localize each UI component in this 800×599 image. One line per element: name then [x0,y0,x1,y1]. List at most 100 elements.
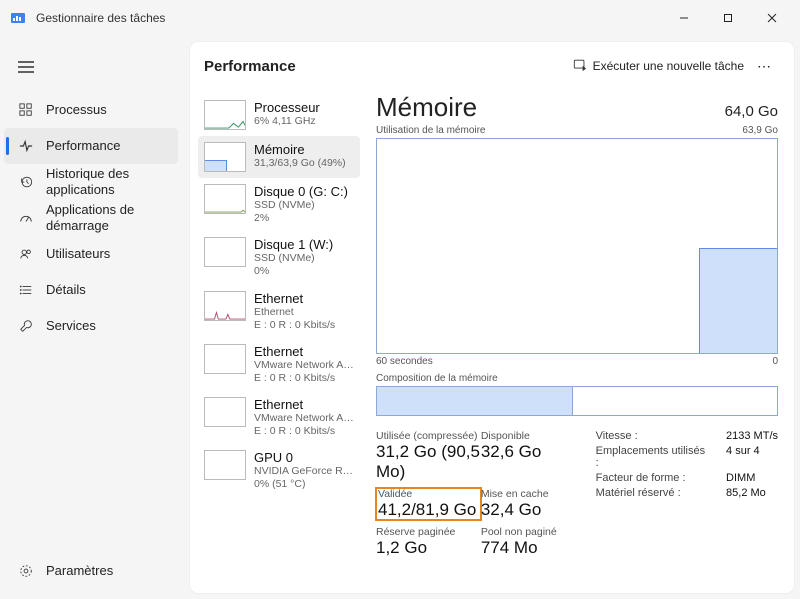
mini-sub: E : 0 R : 0 Kbits/s [254,319,335,332]
spec-value: DIMM [726,472,778,484]
mini-title: Ethernet [254,344,354,359]
history-icon [18,174,34,190]
graph-y-max: 63,9 Go [742,125,778,136]
nav-users[interactable]: Utilisateurs [4,236,178,272]
spec-value: 4 sur 4 [726,445,778,469]
mini-title: Disque 0 (G: C:) [254,184,348,199]
stat-available: Disponible 32,6 Go [481,430,586,482]
mini-sub: Ethernet [254,306,335,319]
mini-title: Mémoire [254,142,346,157]
stat-cached: Mise en cache 32,4 Go [481,488,586,520]
hamburger-button[interactable] [6,50,46,84]
gear-icon [18,563,34,579]
nav-performance[interactable]: Performance [4,128,178,164]
nav-label: Historique des applications [46,166,168,197]
detail-capacity: 64,0 Go [725,103,778,120]
stat-paged-pool: Réserve paginée 1,2 Go [376,526,481,558]
stat-used: Utilisée (compressée) 31,2 Go (90,5 Mo) [376,430,481,482]
mini-sub: 31,3/63,9 Go (49%) [254,157,346,170]
nav-label: Processus [46,102,107,118]
composition-label: Composition de la mémoire [376,373,778,384]
nav-label: Applications de démarrage [46,202,168,233]
mini-gpu[interactable]: GPU 0NVIDIA GeForce RTX 3060% (51 °C) [198,444,360,497]
maximize-button[interactable] [706,3,750,33]
mini-sub: VMware Network Adapt [254,412,354,425]
sidebar: Processus Performance Historique des app… [0,36,190,599]
graph-y-label: Utilisation de la mémoire [376,125,486,136]
memory-usage-graph[interactable] [376,138,778,354]
graph-x-left: 60 secondes [376,356,433,367]
mini-eth0[interactable]: EthernetEthernetE : 0 R : 0 Kbits/s [198,285,360,338]
mini-sub: 6% 4,11 GHz [254,115,320,128]
nav-label: Performance [46,138,120,154]
spec-value: 2133 MT/s [726,430,778,442]
window-title: Gestionnaire des tâches [36,11,165,25]
nav-app-history[interactable]: Historique des applications [4,164,178,200]
mini-disk-thumb [204,184,246,214]
mini-cpu[interactable]: Processeur6% 4,11 GHz [198,94,360,136]
mini-sub: NVIDIA GeForce RTX 306 [254,465,354,478]
mini-cpu-thumb [204,100,246,130]
memory-composition-bar[interactable] [376,386,778,416]
app-icon [10,10,26,26]
main-panel: Performance Exécuter une nouvelle tâche … [190,42,794,593]
mini-net-thumb [204,344,246,374]
mini-sub: 2% [254,212,348,225]
mini-sub: 0% (51 °C) [254,478,354,491]
run-task-button[interactable]: Exécuter une nouvelle tâche [567,54,750,79]
spec-label: Matériel réservé : [596,487,710,499]
minimize-button[interactable] [662,3,706,33]
nav-label: Paramètres [46,563,113,579]
nav-settings[interactable]: Paramètres [4,553,178,589]
spec-label: Vitesse : [596,430,710,442]
titlebar: Gestionnaire des tâches [0,0,800,36]
nav-services[interactable]: Services [4,308,178,344]
run-task-icon [573,58,587,75]
mini-sub: SSD (NVMe) [254,252,333,265]
spec-value: 85,2 Mo [726,487,778,499]
nav-label: Détails [46,282,86,298]
mini-title: Ethernet [254,291,335,306]
more-button[interactable]: ⋯ [750,58,780,75]
mini-eth2[interactable]: EthernetVMware Network AdaptE : 0 R : 0 … [198,391,360,444]
nav-startup-apps[interactable]: Applications de démarrage [4,200,178,236]
close-button[interactable] [750,3,794,33]
mini-sub: SSD (NVMe) [254,199,348,212]
nav-label: Utilisateurs [46,246,110,262]
mini-disk-thumb [204,237,246,267]
detail-panel: Mémoire 64,0 Go Utilisation de la mémoir… [366,90,794,593]
detail-title: Mémoire [376,92,477,123]
list-icon [18,282,34,298]
activity-icon [18,138,34,154]
mini-sub: E : 0 R : 0 Kbits/s [254,372,354,385]
mini-sub: E : 0 R : 0 Kbits/s [254,425,354,438]
run-task-label: Exécuter une nouvelle tâche [593,59,744,73]
gauge-icon [18,210,34,226]
resource-mini-list: Processeur6% 4,11 GHz Mémoire31,3/63,9 G… [190,90,366,593]
memory-spec-table: Vitesse : 2133 MT/s Emplacements utilisés… [596,430,778,558]
mini-disk0[interactable]: Disque 0 (G: C:)SSD (NVMe)2% [198,178,360,231]
page-title: Performance [204,58,296,75]
nav-processes[interactable]: Processus [4,92,178,128]
wrench-icon [18,318,34,334]
spec-label: Facteur de forme : [596,472,710,484]
nav-details[interactable]: Détails [4,272,178,308]
mini-net-thumb [204,397,246,427]
mini-title: Processeur [254,100,320,115]
mini-title: Ethernet [254,397,354,412]
mini-gpu-thumb [204,450,246,480]
stat-nonpaged-pool: Pool non paginé 774 Mo [481,526,586,558]
mini-disk1[interactable]: Disque 1 (W:)SSD (NVMe)0% [198,231,360,284]
users-icon [18,246,34,262]
mini-title: Disque 1 (W:) [254,237,333,252]
graph-x-right: 0 [772,356,778,367]
mini-net-thumb [204,291,246,321]
mini-memory[interactable]: Mémoire31,3/63,9 Go (49%) [198,136,360,178]
mini-memory-thumb [204,142,246,172]
mini-eth1[interactable]: EthernetVMware Network AdaptE : 0 R : 0 … [198,338,360,391]
grid-icon [18,102,34,118]
nav-label: Services [46,318,96,334]
mini-sub: VMware Network Adapt [254,359,354,372]
mini-title: GPU 0 [254,450,354,465]
spec-label: Emplacements utilisés : [596,445,710,469]
